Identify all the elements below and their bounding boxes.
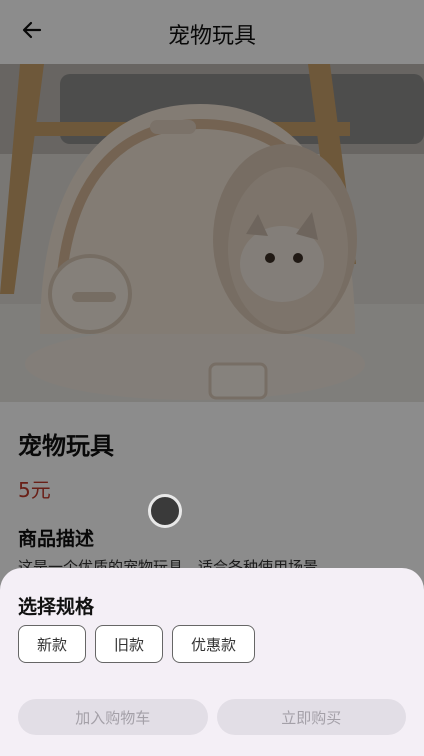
floating-drag-handle[interactable] (148, 494, 182, 528)
product-detail-page: 宠物玩具 宠物玩具 5元 商品描述 这是一个优质的宠物玩具，适合各种使用场景。 … (0, 0, 424, 756)
spec-option-discount[interactable]: 优惠款 (172, 625, 256, 663)
add-to-cart-button[interactable]: 加入购物车 (18, 699, 208, 735)
spec-options: 新款 旧款 优惠款 (18, 625, 256, 663)
spec-option-new[interactable]: 新款 (18, 625, 87, 663)
spec-sheet-title: 选择规格 (18, 596, 95, 618)
spec-bottom-sheet: 选择规格 新款 旧款 优惠款 加入购物车 立即购买 (0, 568, 424, 756)
action-bar: 加入购物车 立即购买 (18, 699, 406, 735)
spec-option-old[interactable]: 旧款 (95, 625, 164, 663)
buy-now-button[interactable]: 立即购买 (216, 699, 406, 735)
